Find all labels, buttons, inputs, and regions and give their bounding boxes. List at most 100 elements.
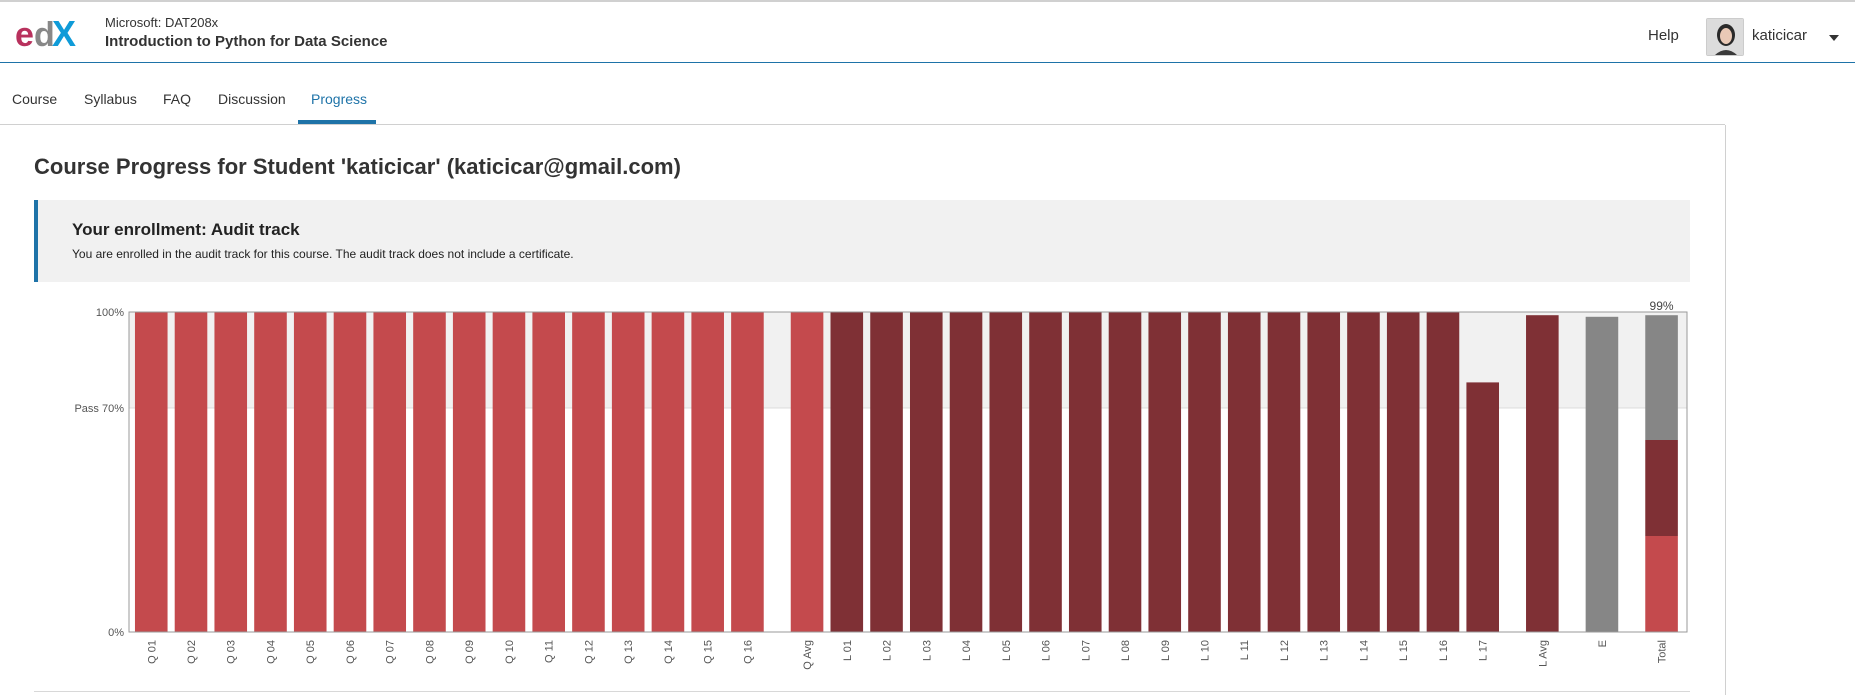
y-tick-label: 0% bbox=[108, 627, 124, 639]
score-bar bbox=[1307, 312, 1341, 632]
score-bar bbox=[691, 312, 724, 632]
score-bar bbox=[1108, 312, 1142, 632]
x-tick-label: Q 14 bbox=[663, 640, 675, 664]
score-bar bbox=[1585, 316, 1619, 632]
tab-course[interactable]: Course bbox=[12, 91, 57, 107]
total-bar-segment bbox=[1645, 440, 1678, 536]
username-menu[interactable]: katicicar bbox=[1752, 27, 1807, 44]
score-bar bbox=[731, 312, 764, 632]
score-bar bbox=[611, 312, 645, 632]
total-bar-segment bbox=[1645, 315, 1678, 440]
notice-text: You are enrolled in the audit track for … bbox=[72, 247, 574, 261]
x-tick-label: L 03 bbox=[921, 640, 933, 661]
bottom-divider bbox=[34, 691, 1690, 692]
progress-chart: 100% Pass 70% 0% Q 01 Q 02 Q 03 Q 04 Q 05 Q 06 Q … bbox=[74, 299, 1688, 670]
user-photo-icon bbox=[1707, 19, 1743, 55]
site-header: e d X Microsoft: DAT208x Introduction to… bbox=[0, 2, 1855, 63]
x-tick-label: Q 06 bbox=[345, 640, 357, 664]
x-tick-label: L 07 bbox=[1080, 640, 1092, 661]
x-tick-label: Q 09 bbox=[464, 640, 476, 664]
x-tick-label: L 06 bbox=[1041, 640, 1053, 661]
x-tick-label: Q 05 bbox=[305, 640, 317, 664]
score-bar bbox=[492, 312, 526, 632]
x-tick-label: Q 07 bbox=[385, 640, 397, 664]
notice-title: Your enrollment: Audit track bbox=[72, 220, 300, 239]
x-tick-label: Q 03 bbox=[226, 640, 238, 664]
tab-progress[interactable]: Progress bbox=[311, 91, 367, 107]
tab-faq[interactable]: FAQ bbox=[163, 91, 191, 107]
score-bar bbox=[1227, 312, 1261, 632]
x-tick-label: Q Avg bbox=[802, 640, 814, 670]
x-tick-label: L 15 bbox=[1398, 640, 1410, 661]
x-tick-label: L 16 bbox=[1438, 640, 1450, 661]
x-tick-label: Q 02 bbox=[186, 640, 198, 664]
y-tick-label: 100% bbox=[96, 307, 124, 319]
chevron-down-icon[interactable] bbox=[1829, 35, 1839, 41]
score-bar bbox=[373, 312, 407, 632]
x-tick-label: L 11 bbox=[1239, 640, 1251, 660]
score-bar bbox=[651, 312, 685, 632]
x-tick-label: Q 10 bbox=[504, 640, 516, 664]
x-tick-label: Q 16 bbox=[742, 640, 754, 664]
score-bar bbox=[830, 312, 864, 632]
x-tick-label: Q 04 bbox=[265, 640, 277, 664]
score-bar bbox=[1426, 312, 1460, 632]
x-tick-label: L 04 bbox=[961, 640, 973, 661]
score-bar bbox=[1267, 312, 1301, 632]
edx-logo[interactable]: e d X bbox=[15, 16, 87, 52]
help-link[interactable]: Help bbox=[1648, 27, 1679, 44]
score-bar bbox=[572, 312, 605, 632]
score-bar bbox=[1466, 382, 1500, 632]
x-tick-label: L 05 bbox=[1001, 640, 1013, 661]
tab-discussion[interactable]: Discussion bbox=[218, 91, 286, 107]
score-bar bbox=[909, 312, 943, 632]
page-title: Course Progress for Student 'katicicar' … bbox=[34, 154, 681, 179]
svg-text:e: e bbox=[15, 16, 33, 52]
x-tick-label: L 17 bbox=[1478, 640, 1490, 661]
score-bar bbox=[1029, 312, 1062, 632]
x-tick-label: L 12 bbox=[1279, 640, 1291, 661]
x-tick-label: Q 01 bbox=[146, 640, 158, 664]
score-bar bbox=[949, 312, 983, 632]
score-bar bbox=[254, 312, 287, 632]
x-tick-label: L 01 bbox=[842, 640, 854, 661]
svg-text:X: X bbox=[52, 16, 76, 52]
score-bar bbox=[452, 312, 486, 632]
x-tick-label: L 08 bbox=[1120, 640, 1132, 661]
score-bar bbox=[1526, 315, 1559, 632]
score-bar bbox=[174, 312, 208, 632]
tab-syllabus[interactable]: Syllabus bbox=[84, 91, 137, 107]
x-tick-label: Q 13 bbox=[623, 640, 635, 664]
x-tick-label: L 10 bbox=[1199, 640, 1211, 661]
score-bar bbox=[333, 312, 367, 632]
x-tick-label: L 02 bbox=[882, 640, 894, 661]
enrollment-notice: Your enrollment: Audit track You are enr… bbox=[34, 200, 1690, 282]
total-value-label: 99% bbox=[1650, 299, 1674, 313]
score-bar bbox=[790, 312, 824, 632]
x-tick-label: Total bbox=[1657, 640, 1669, 663]
x-tick-label: Q 12 bbox=[583, 640, 595, 664]
x-tick-label: E bbox=[1597, 640, 1609, 647]
x-tick-label: Q 08 bbox=[424, 640, 436, 664]
x-tick-label: Q 15 bbox=[703, 640, 715, 664]
x-tick-label: L 14 bbox=[1358, 640, 1370, 661]
score-bar bbox=[1347, 312, 1380, 632]
score-bar bbox=[413, 312, 446, 632]
svg-text:d: d bbox=[34, 16, 53, 52]
x-tick-label: Q 11 bbox=[544, 640, 556, 663]
active-tab-indicator bbox=[298, 120, 376, 124]
score-bar bbox=[532, 312, 566, 632]
course-org: Microsoft: DAT208x bbox=[105, 15, 219, 30]
avatar[interactable] bbox=[1706, 18, 1744, 56]
score-bar bbox=[1188, 312, 1221, 632]
x-tick-label: L 09 bbox=[1160, 640, 1172, 661]
course-title: Introduction to Python for Data Science bbox=[105, 33, 388, 50]
score-bar bbox=[214, 312, 248, 632]
course-tabs: Course Syllabus FAQ Discussion Progress bbox=[0, 64, 1725, 125]
score-bar bbox=[870, 312, 903, 632]
x-tick-label: L Avg bbox=[1537, 640, 1549, 667]
score-bar bbox=[134, 312, 168, 632]
score-bar bbox=[293, 312, 327, 632]
score-bar bbox=[989, 312, 1023, 632]
total-bar-segment bbox=[1645, 536, 1678, 632]
